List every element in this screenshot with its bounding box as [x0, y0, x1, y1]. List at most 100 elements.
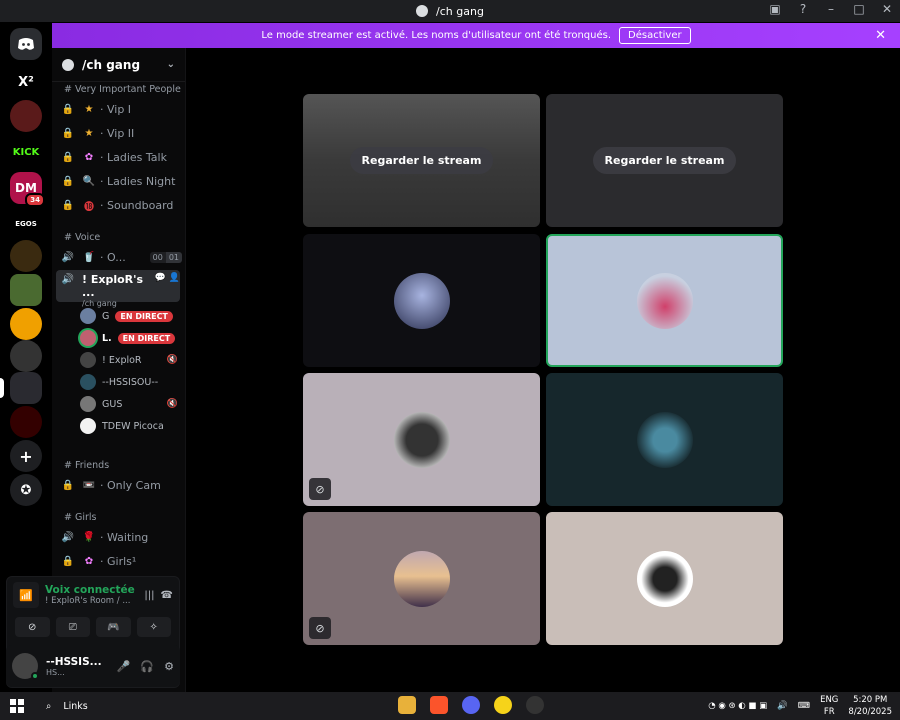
channel-waiting[interactable]: 🔊 🌹 · Waiting [62, 526, 182, 548]
category-girls[interactable]: # Girls [64, 512, 96, 523]
avatar [80, 396, 96, 412]
headphones-icon[interactable]: 🎧 [140, 660, 154, 673]
obs-icon[interactable] [526, 696, 544, 714]
server-6[interactable] [10, 240, 42, 272]
language-indicator[interactable]: ENG FR [820, 694, 838, 718]
stream-tile-2[interactable]: Regarder le stream [546, 94, 783, 227]
avatar [80, 330, 96, 346]
voice-connected-channel[interactable]: ! ExploR's Room / ... [45, 596, 138, 606]
avatar [80, 308, 96, 324]
inbox-icon[interactable]: ▣ [768, 2, 782, 16]
avatar [393, 550, 450, 607]
taskbar-search[interactable]: ⌕ Links [46, 701, 88, 712]
signal-icon[interactable]: 📶 [13, 582, 39, 608]
microphone-icon[interactable]: 🎤 [117, 660, 131, 673]
lock-icon: 🔒 [61, 127, 75, 139]
file-explorer-icon[interactable] [398, 696, 416, 714]
server-ch-gang[interactable] [10, 372, 42, 404]
category-vip[interactable]: # Very Important People [64, 84, 181, 95]
disconnect-icon[interactable]: ☎ [161, 590, 173, 601]
avatar [393, 272, 450, 329]
chevron-down-icon: ⌄ [166, 59, 175, 70]
voice-user[interactable]: --HSSISOU-- [80, 372, 178, 392]
maximize-button[interactable]: □ [852, 2, 866, 16]
server-kick[interactable]: KICK [10, 136, 42, 168]
channel-explor-room[interactable]: 🔊 ! ExploR's ... /ch gang 💬 👤 [56, 270, 180, 308]
camera-off-icon: ⊘ [309, 617, 331, 639]
add-server-icon[interactable]: + [10, 440, 42, 472]
lock-icon: 🔒 [61, 103, 75, 115]
voice-user[interactable]: GUS 🔇 [80, 394, 178, 414]
voice-user[interactable]: ! ExploR 🔇 [80, 350, 178, 370]
channel-soundboard[interactable]: 🔒 ⓲ · Soundboard [62, 194, 182, 216]
streamer-mode-banner: Le mode streamer est activé. Les noms d'… [52, 23, 900, 48]
voice-user[interactable]: L. EN DIRECT [80, 328, 178, 348]
watch-stream-button[interactable]: Regarder le stream [592, 147, 737, 174]
server-8[interactable] [10, 308, 42, 340]
screen-share-button[interactable]: ⎚ [55, 617, 90, 637]
chat-icon[interactable]: 💬 [155, 273, 166, 283]
app-icon[interactable] [494, 696, 512, 714]
channel-ladies-night[interactable]: 🔒 🔍 · Ladies Night [62, 170, 182, 192]
user-tile[interactable]: ⊘ [303, 373, 540, 506]
online-status-icon [31, 672, 39, 680]
guild-header[interactable]: /ch gang ⌄ [52, 48, 185, 82]
volume-icon[interactable]: 🔊 [777, 701, 788, 711]
clock[interactable]: 5:20 PM 8/20/2025 [848, 694, 892, 718]
server-2[interactable] [10, 100, 42, 132]
user-tile[interactable]: ⊘ [303, 512, 540, 645]
avatar [80, 374, 96, 390]
category-voice[interactable]: # Voice [64, 232, 100, 243]
avatar[interactable] [12, 653, 39, 680]
minimize-button[interactable]: – [824, 2, 838, 16]
noise-suppression-icon[interactable]: ||| [144, 590, 154, 601]
server-7[interactable] [10, 274, 42, 306]
user-tile[interactable] [546, 512, 783, 645]
discord-app-icon[interactable] [462, 696, 480, 714]
voice-stage: Regarder le stream Regarder le stream ⊘ … [187, 48, 900, 692]
settings-gear-icon[interactable]: ⚙ [164, 660, 174, 673]
camera-off-icon: ⊘ [309, 478, 331, 500]
search-icon: ⌕ [46, 700, 52, 712]
brave-browser-icon[interactable] [430, 696, 448, 714]
user-panel: --HSSIS... HS... 🎤 🎧 ⚙ [6, 645, 180, 687]
server-egos[interactable]: EGOS [10, 208, 42, 240]
tray-icons[interactable]: ◔ ◉ ⊛ ◐ ■ ▣ [708, 701, 767, 711]
avatar [636, 411, 693, 468]
channel-o[interactable]: 🔊 🥤 · O... 00 01 [62, 246, 182, 268]
user-tile[interactable] [303, 234, 540, 367]
discord-home-icon[interactable] [10, 28, 42, 60]
help-icon[interactable]: ? [796, 2, 810, 16]
server-x2[interactable]: X² [10, 66, 42, 98]
camera-off-button[interactable]: ⊘ [15, 617, 50, 637]
channel-vip1[interactable]: 🔒 ★ · Vip I [62, 98, 182, 120]
speaker-icon: 🔊 [61, 531, 75, 543]
server-dm[interactable]: DM 34 [10, 172, 45, 207]
channel-ladies-talk[interactable]: 🔒 ✿ · Ladies Talk [62, 146, 182, 168]
watch-stream-button[interactable]: Regarder le stream [349, 147, 494, 174]
category-friends[interactable]: # Friends [64, 460, 109, 471]
voice-connected-title: Voix connectée [45, 584, 135, 596]
invite-icon[interactable]: 👤 [169, 273, 180, 283]
voice-user[interactable]: G EN DIRECT [80, 306, 178, 326]
channel-girls1[interactable]: 🔒 ✿ · Girls¹ [62, 550, 182, 572]
user-name: --HSSIS... [46, 655, 102, 668]
lock-icon: 🔒 [61, 199, 75, 211]
server-11[interactable] [10, 406, 42, 438]
windows-taskbar: ⌕ Links ◔ ◉ ⊛ ◐ ■ ▣ 🔊 ⌨ ENG FR 5:20 PM 8/20… [0, 692, 900, 720]
close-banner-icon[interactable]: ✕ [875, 28, 886, 43]
disable-streamer-mode-button[interactable]: Désactiver [619, 27, 691, 44]
channel-only-cam[interactable]: 🔒 📼 · Only Cam [62, 474, 182, 496]
soundboard-button[interactable]: ✧ [136, 617, 171, 637]
channel-vip2[interactable]: 🔒 ★ · Vip II [62, 122, 182, 144]
activity-button[interactable]: 🎮 [96, 617, 131, 637]
close-window-button[interactable]: ✕ [880, 2, 894, 16]
windows-start-icon[interactable] [10, 699, 24, 713]
user-tile-speaking[interactable] [546, 234, 783, 367]
server-9[interactable] [10, 340, 42, 372]
keyboard-icon[interactable]: ⌨ [798, 701, 810, 711]
voice-user[interactable]: TDEW Picoca [80, 416, 178, 436]
explore-servers-icon[interactable]: ✪ [10, 474, 42, 506]
stream-tile-1[interactable]: Regarder le stream [303, 94, 540, 227]
user-tile[interactable] [546, 373, 783, 506]
